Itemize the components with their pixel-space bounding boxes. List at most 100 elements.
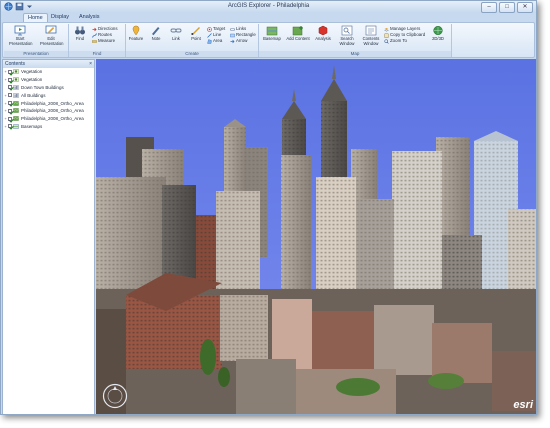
vegetation-layer-icon (13, 69, 19, 75)
find-group-label: Find (69, 51, 125, 57)
arrow-label: Arrow (236, 38, 248, 43)
buildings-layer-icon (13, 85, 19, 90)
search-window-icon (341, 25, 353, 36)
layer-visibility-checkbox[interactable] (8, 93, 12, 98)
imagery-layer-icon (13, 100, 19, 106)
note-button[interactable]: Note (146, 25, 166, 42)
layer-item[interactable]: + Philadelphia_2008_Ortho_Area (3, 99, 94, 107)
ribbon: Start Presentation Edit Presentation Pre… (2, 22, 535, 58)
esri-logo: esri (513, 399, 533, 411)
edit-presentation-label: Edit Presentation (40, 36, 64, 46)
presentation-group-label: Presentation (4, 51, 68, 57)
layer-label: Down Town Buildings (21, 84, 64, 90)
analysis-button[interactable]: Analysis (311, 25, 335, 42)
target-icon (207, 26, 212, 32)
layer-label: Philadelphia_2008_Ortho_Area (21, 100, 84, 106)
contents-close-icon[interactable]: × (89, 60, 92, 68)
buildings-layer-icon (13, 93, 19, 98)
layer-visibility-checkbox[interactable] (8, 69, 12, 74)
contents-header: Contents × (3, 60, 94, 68)
link-chain-icon (170, 28, 182, 33)
basemap-icon (266, 26, 278, 36)
start-presentation-label: Start Presentation (9, 36, 33, 46)
arrow-button[interactable]: Arrow (230, 38, 247, 44)
start-presentation-button[interactable]: Start Presentation (9, 25, 33, 46)
basemap-layer-icon (13, 124, 19, 129)
layer-label: Vegetation (21, 77, 43, 83)
contents-window-label: Contents Window (362, 36, 380, 46)
layer-visibility-checkbox[interactable] (8, 108, 12, 113)
close-button[interactable]: ✕ (517, 2, 533, 13)
point-button[interactable]: Point (186, 25, 206, 42)
ribbon-tabs: Home Display Analysis (1, 13, 536, 23)
3d-map-view[interactable]: esri (96, 59, 536, 414)
link-label: Link (172, 36, 180, 41)
search-window-button[interactable]: Search Window (335, 25, 359, 46)
start-presentation-icon (14, 25, 26, 36)
layer-visibility-checkbox[interactable] (8, 116, 12, 121)
layer-item[interactable]: + Philadelphia_2008_Ortho_Area (3, 115, 94, 123)
links-icon (230, 27, 235, 31)
layer-label: Basemaps (21, 123, 43, 129)
rectangle-icon (230, 33, 235, 37)
2d-3d-toggle-button[interactable]: 2D/3D (426, 25, 450, 42)
layer-visibility-checkbox[interactable] (8, 85, 12, 90)
note-pencil-icon (152, 27, 160, 36)
layer-item[interactable]: + Basemaps (3, 123, 94, 131)
measure-icon (92, 39, 97, 43)
add-content-button[interactable]: Add Content (285, 25, 311, 42)
map-group-label: Map (259, 51, 451, 57)
contents-pane: Contents × + Vegetation + Vegetation Down To… (2, 59, 95, 414)
zoom-to-label: Zoom To (390, 38, 407, 43)
create-group: Feature Note Link Point Target Line Area… (126, 24, 259, 57)
2d-3d-label: 2D/3D (432, 36, 444, 41)
analysis-label: Analysis (315, 36, 331, 41)
layer-label: All Buildings (21, 92, 46, 98)
binoculars-icon (75, 26, 85, 35)
minimize-button[interactable]: – (481, 2, 497, 13)
layer-item[interactable]: + Philadelphia_2008_Ortho_Area (3, 107, 94, 115)
feature-button[interactable]: Feature (126, 25, 146, 42)
layer-item[interactable]: + All Buildings (3, 91, 94, 99)
navigation-compass-icon[interactable] (102, 383, 128, 409)
routes-icon (92, 32, 97, 38)
create-group-label: Create (126, 51, 258, 57)
add-content-label: Add Content (286, 36, 310, 41)
arrow-icon (230, 39, 235, 43)
layer-item[interactable]: Down Town Buildings (3, 84, 94, 92)
measure-button[interactable]: Measure (92, 38, 115, 44)
layer-item[interactable]: + Vegetation (3, 68, 94, 76)
clipboard-icon (384, 33, 389, 38)
find-label: Find (75, 36, 85, 41)
link-button[interactable]: Link (166, 25, 186, 42)
find-button[interactable]: Find (69, 25, 91, 42)
feature-label: Feature (128, 36, 144, 41)
title-bar: ArcGIS Explorer - Philadelphia – □ ✕ (1, 1, 536, 13)
tab-display[interactable]: Display (47, 13, 73, 22)
vegetation-layer-icon (13, 77, 19, 82)
city-skyline-scene (96, 59, 536, 414)
analysis-cube-icon (318, 25, 328, 36)
line-icon (207, 32, 212, 38)
layer-visibility-checkbox[interactable] (8, 124, 12, 129)
zoom-to-icon (384, 38, 389, 44)
imagery-layer-icon (13, 116, 19, 121)
maximize-button[interactable]: □ (499, 2, 515, 13)
manage-layers-icon (384, 27, 389, 31)
area-label: Area (213, 38, 223, 43)
contents-title: Contents (5, 61, 26, 67)
tab-analysis[interactable]: Analysis (75, 13, 103, 22)
layer-visibility-checkbox[interactable] (8, 101, 12, 106)
search-window-label: Search Window (339, 36, 355, 46)
layer-label: Vegetation (21, 69, 43, 75)
basemap-button[interactable]: Basemap (259, 25, 285, 42)
globe-toggle-icon (433, 25, 443, 36)
presentation-group: Start Presentation Edit Presentation Pre… (4, 24, 69, 57)
contents-window-button[interactable]: Contents Window (359, 25, 383, 46)
layer-item[interactable]: + Vegetation (3, 76, 94, 84)
note-label: Note (151, 36, 161, 41)
area-button[interactable]: Area (207, 38, 222, 44)
edit-presentation-button[interactable]: Edit Presentation (40, 25, 64, 46)
zoom-to-button[interactable]: Zoom To (384, 38, 407, 44)
layer-visibility-checkbox[interactable] (8, 77, 12, 82)
